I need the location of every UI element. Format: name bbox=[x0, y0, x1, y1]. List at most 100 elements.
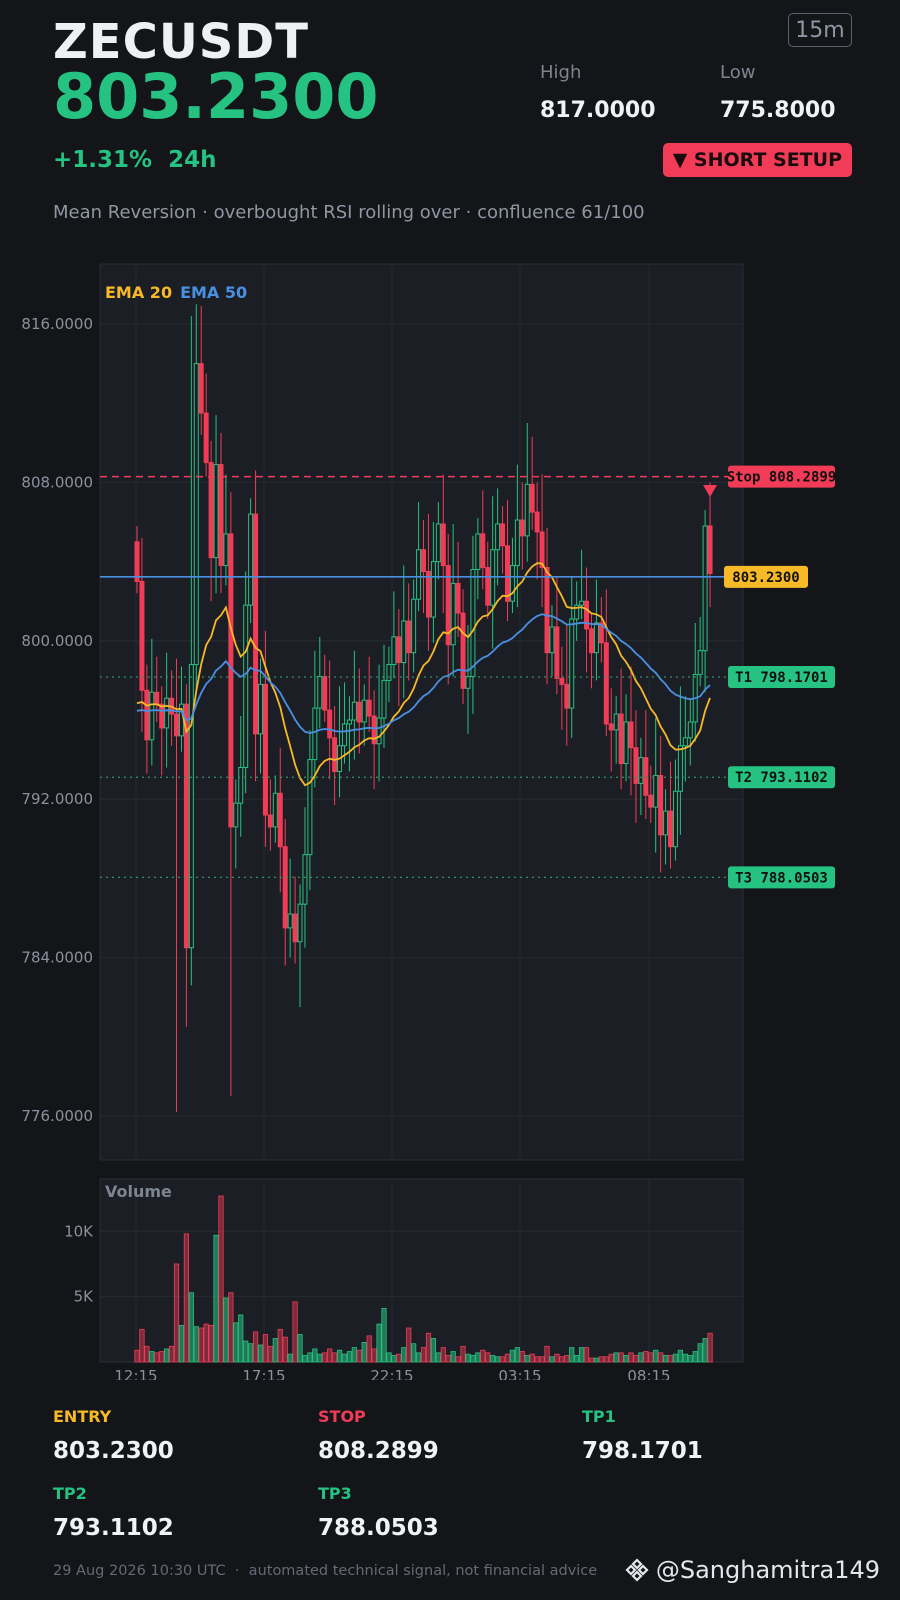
volume-bar bbox=[450, 1351, 456, 1363]
candle-body bbox=[519, 519, 525, 537]
volume-bar bbox=[144, 1345, 150, 1363]
volume-bar bbox=[460, 1345, 466, 1363]
volume-bar bbox=[608, 1353, 614, 1363]
candle-body bbox=[677, 745, 683, 792]
candle-body bbox=[672, 790, 678, 848]
timeframe-button[interactable]: 15m bbox=[788, 13, 852, 47]
volume-bar bbox=[228, 1292, 234, 1363]
candle-body bbox=[603, 642, 609, 725]
candle-body bbox=[312, 707, 318, 761]
candle-body bbox=[643, 757, 649, 796]
volume-bar bbox=[564, 1355, 570, 1363]
candle-body bbox=[203, 412, 209, 464]
low-value: 775.8000 bbox=[720, 98, 836, 123]
author-handle[interactable]: @Sanghamitra149 bbox=[624, 1556, 880, 1584]
volume-bar bbox=[653, 1349, 659, 1363]
y-tick-label: 808.0000 bbox=[21, 473, 93, 491]
candle-body bbox=[534, 511, 540, 533]
volume-bar bbox=[702, 1338, 708, 1363]
volume-bar bbox=[593, 1357, 600, 1363]
candle-body bbox=[361, 699, 367, 723]
volume-bar bbox=[603, 1356, 609, 1363]
candle-body bbox=[272, 792, 278, 828]
volume-bar bbox=[149, 1351, 155, 1363]
volume-bar bbox=[524, 1355, 530, 1363]
candle-body bbox=[297, 903, 303, 943]
binance-logo-icon bbox=[625, 1558, 649, 1582]
level-tag-label: 803.2300 bbox=[732, 570, 799, 586]
tp2-label: TP2 bbox=[53, 1484, 87, 1503]
volume-bar bbox=[420, 1347, 427, 1363]
handle-text: @Sanghamitra149 bbox=[655, 1556, 880, 1584]
candle-body bbox=[193, 363, 199, 666]
level-tag-label: T1 798.1701 bbox=[735, 670, 828, 686]
candle-body bbox=[302, 854, 308, 905]
volume-bar bbox=[574, 1355, 580, 1363]
volume-bar bbox=[371, 1348, 377, 1363]
volume-bar bbox=[411, 1343, 417, 1363]
volume-bar bbox=[504, 1353, 511, 1363]
candle-body bbox=[628, 721, 634, 749]
volume-bar bbox=[366, 1335, 372, 1363]
y-tick-label: 784.0000 bbox=[21, 949, 93, 967]
volume-bar bbox=[277, 1328, 283, 1363]
candle-body bbox=[198, 363, 204, 414]
candle-body bbox=[549, 626, 555, 654]
volume-bar bbox=[134, 1349, 140, 1363]
volume-bar bbox=[544, 1345, 550, 1363]
level-tag-label: T3 788.0503 bbox=[735, 870, 828, 886]
volume-bar bbox=[376, 1323, 382, 1363]
candle-body bbox=[697, 650, 703, 675]
volume-bar bbox=[415, 1352, 422, 1363]
candle-body bbox=[346, 719, 352, 725]
candle-body bbox=[243, 604, 249, 769]
legend-ema20: EMA 20 bbox=[105, 283, 172, 302]
x-tick-label: 22:15 bbox=[370, 1367, 413, 1380]
candle-body bbox=[233, 802, 239, 828]
volume-bar bbox=[297, 1334, 303, 1363]
footer-disclaimer: 29 Aug 2026 10:30 UTC · automated techni… bbox=[53, 1563, 598, 1579]
candle-body bbox=[495, 523, 501, 551]
candle-body bbox=[322, 675, 328, 711]
entry-stat: ENTRY 803.2300 bbox=[53, 1407, 174, 1464]
candle-body bbox=[421, 549, 427, 573]
legend-ema50: EMA 50 bbox=[180, 283, 247, 302]
volume-bar bbox=[455, 1356, 461, 1363]
volume-bar bbox=[312, 1348, 318, 1363]
candle-body bbox=[544, 567, 550, 654]
tp1-stat: TP1 798.1701 bbox=[582, 1407, 703, 1464]
volume-bar bbox=[173, 1263, 180, 1363]
volume-bar bbox=[623, 1355, 629, 1363]
volume-bar bbox=[336, 1349, 343, 1363]
volume-bar bbox=[425, 1332, 432, 1363]
volume-bar bbox=[658, 1352, 664, 1363]
volume-bar bbox=[282, 1336, 288, 1363]
volume-bar bbox=[643, 1351, 649, 1363]
volume-bar bbox=[470, 1355, 476, 1363]
candle-body bbox=[559, 677, 565, 685]
volume-title: Volume bbox=[105, 1182, 172, 1201]
high-value: 817.0000 bbox=[540, 98, 656, 123]
volume-bar bbox=[262, 1334, 269, 1363]
candle-body bbox=[134, 541, 140, 582]
stop-stat: STOP 808.2899 bbox=[318, 1407, 439, 1464]
candle-body bbox=[277, 792, 283, 848]
volume-bar bbox=[208, 1325, 214, 1363]
x-tick-label: 12:15 bbox=[114, 1367, 157, 1380]
candle-body bbox=[485, 567, 491, 606]
candle-body bbox=[702, 525, 708, 652]
volume-bar bbox=[534, 1356, 540, 1363]
candle-body bbox=[569, 618, 575, 709]
candle-body bbox=[248, 513, 254, 606]
volume-bar bbox=[633, 1355, 639, 1363]
x-tick-label: 03:15 bbox=[498, 1367, 541, 1380]
candle-body bbox=[593, 622, 599, 654]
volume-bar bbox=[381, 1308, 387, 1363]
volume-bar bbox=[183, 1233, 189, 1363]
candle-body bbox=[633, 747, 639, 784]
candle-body bbox=[282, 846, 288, 929]
volume-bar bbox=[559, 1356, 565, 1363]
last-price: 803.2300 bbox=[53, 60, 379, 133]
y-tick-label: 800.0000 bbox=[21, 632, 93, 650]
volume-bar bbox=[475, 1352, 481, 1363]
